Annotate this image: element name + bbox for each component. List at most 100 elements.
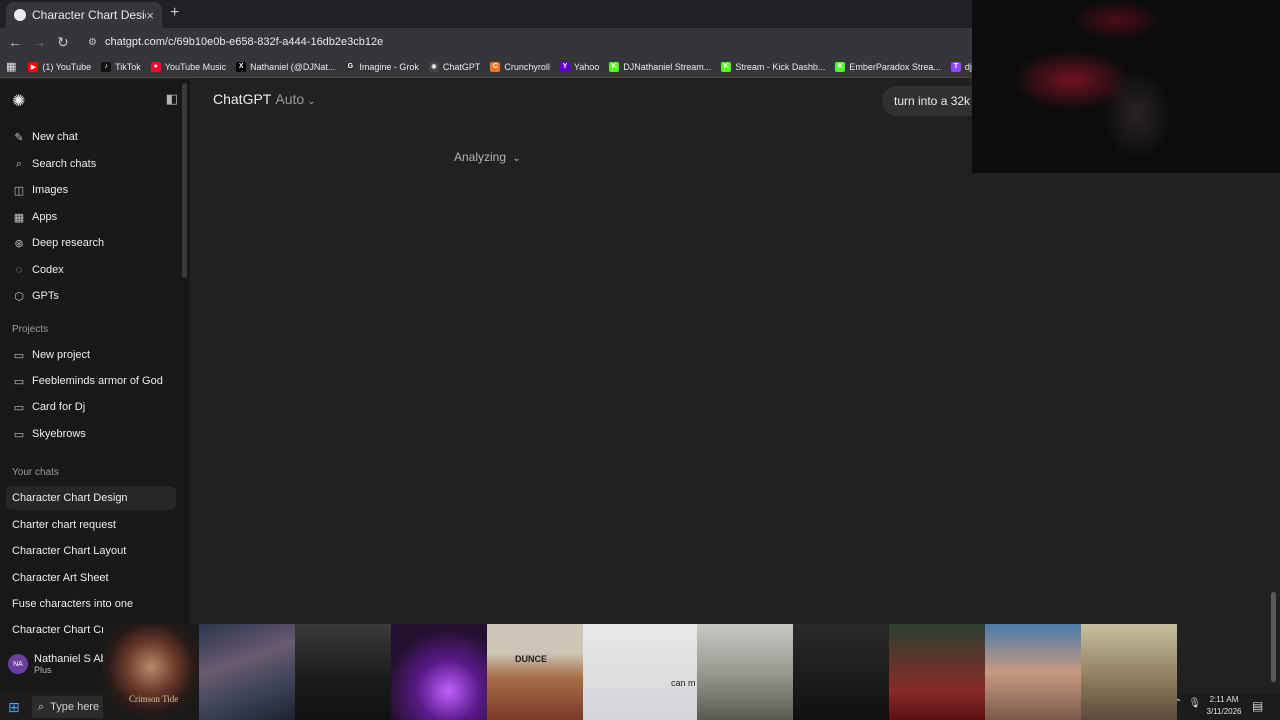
sidebar-nav-item[interactable]: ⬡ GPTs [6, 284, 176, 308]
model-selector[interactable]: ChatGPT Auto ⌄ [213, 91, 316, 107]
codex-icon: ◌ [15, 264, 23, 276]
tab-close-button[interactable]: × [146, 8, 154, 23]
sidebar-project-item[interactable]: ▭ Feebleminds armor of God [6, 369, 176, 393]
user-name: Nathaniel S Abe [34, 653, 113, 665]
tab-title: Character Chart Design [32, 8, 147, 22]
bookmark-favicon-icon: ● [150, 61, 161, 72]
bookmark-item[interactable]: ✺ ChatGPT [428, 61, 480, 72]
character-thumbnail [889, 624, 985, 720]
microphone-icon[interactable]: 🎙 [1188, 698, 1201, 709]
sidebar-header: ✺ ◧ [10, 91, 180, 111]
bookmark-item[interactable]: X Nathaniel (@DJNat... [236, 61, 336, 72]
sidebar-nav-item[interactable]: ⊛ Deep research [6, 231, 176, 255]
webcam-overlay [972, 0, 1280, 173]
sidebar-chat-item[interactable]: Character Chart Design [6, 486, 176, 510]
sidebar-item-label: Deep research [32, 237, 105, 249]
browser-tab[interactable]: Character Chart Design × [6, 2, 162, 28]
taskbar-search[interactable]: ⌕ Type here [32, 696, 104, 718]
taskbar-search-placeholder: Type here [50, 701, 100, 713]
bookmark-item[interactable]: Y Yahoo [559, 61, 600, 72]
apps-grid-icon[interactable]: ▦ [6, 60, 16, 73]
bookmark-item[interactable]: K DJNathaniel Stream... [609, 61, 711, 72]
system-tray[interactable]: ⌃ 🎙 [1174, 698, 1201, 709]
clock-time: 2:11 AM [1209, 695, 1239, 704]
sidebar-nav-item[interactable]: ◌ Codex [6, 258, 176, 282]
sidebar-project-item[interactable]: ▭ Card for Dj [6, 395, 176, 419]
bookmark-label: Nathaniel (@DJNat... [250, 61, 336, 72]
character-thumbnail [985, 624, 1081, 720]
crimson-tide-logo-text: Crimson Tide [129, 694, 179, 704]
bookmark-item[interactable]: C Crunchyroll [490, 61, 550, 72]
address-bar[interactable]: ⚙ chatgpt.com/c/69b10e0b-e658-832f-a444-… [80, 32, 980, 52]
sidebar-nav-item[interactable]: ◫ Images [6, 178, 176, 202]
sidebar-chat-item[interactable]: Charter chart request [6, 513, 176, 537]
sidebar-chat-item[interactable]: Character Art Sheet [6, 566, 176, 590]
bookmark-favicon-icon: C [490, 61, 501, 72]
screen: Character Chart Design × + ← → ↻ ⚙ chatg… [0, 0, 1280, 720]
sidebar-item-label: Skyebrows [32, 428, 86, 440]
bookmark-item[interactable]: G Imagine - Grok [345, 61, 419, 72]
forward-icon[interactable]: → [27, 34, 51, 50]
openai-logo-icon[interactable]: ✺ [12, 91, 25, 111]
dunce-hat-text: DUNCE [515, 654, 548, 664]
edit-icon: ✎ [14, 131, 24, 144]
sidebar-project-item[interactable]: ▭ Skyebrows [6, 422, 176, 446]
bookmark-label: Stream - Kick Dashb... [735, 61, 826, 72]
taskbar-clock[interactable]: 2:11 AM 3/11/2026 [1202, 694, 1246, 718]
sidebar-item-label: Codex [32, 264, 64, 276]
folder-icon: ▭ [13, 375, 25, 388]
sidebar-toggle-icon[interactable]: ◧ [166, 91, 178, 107]
bookmark-item[interactable]: ▶ (1) YouTube [28, 61, 91, 72]
sidebar-item-label: Charter chart request [12, 519, 116, 531]
analyzing-toggle[interactable]: Analyzing ⌄ [454, 150, 521, 164]
bookmark-label: Imagine - Grok [359, 61, 419, 72]
images-icon: ◫ [13, 184, 25, 197]
character-image-strip: Crimson Tide DUNCE can m [103, 624, 1177, 720]
sidebar-nav-item[interactable]: ✎ New chat [6, 125, 176, 149]
bookmark-item[interactable]: K EmberParadox Strea... [835, 61, 941, 72]
character-thumbnail [697, 624, 793, 720]
clock-date: 3/11/2026 [1206, 707, 1242, 716]
chevron-down-icon: ⌄ [512, 153, 521, 164]
bookmark-favicon-icon: K [609, 61, 620, 72]
sidebar-item-label: Fuse characters into one [12, 598, 134, 610]
sidebar-item-label: GPTs [32, 290, 59, 302]
windows-start-icon[interactable]: ⊞ [8, 699, 20, 716]
bookmark-item[interactable]: ♪ TikTok [101, 61, 141, 72]
sidebar-nav-item[interactable]: ⌕ Search chats [6, 152, 176, 176]
bookmark-favicon-icon: ✺ [428, 61, 439, 72]
bookmark-label: TikTok [115, 61, 141, 72]
notification-icon[interactable]: ▤ [1252, 699, 1263, 713]
projects-heading: Projects [12, 324, 49, 335]
bookmark-item[interactable]: ● YouTube Music [150, 61, 226, 72]
bookmark-item[interactable]: K Stream - Kick Dashb... [721, 61, 826, 72]
caption-text: can m [671, 678, 696, 688]
bookmark-favicon-icon: K [721, 61, 732, 72]
bookmark-label: Crunchyroll [504, 61, 550, 72]
sidebar-project-item[interactable]: ▭ New project [6, 343, 176, 367]
reload-icon[interactable]: ↻ [51, 34, 75, 51]
back-icon[interactable]: ← [3, 34, 27, 50]
character-thumbnail [793, 624, 889, 720]
new-tab-button[interactable]: + [170, 4, 179, 22]
sidebar-item-label: Apps [32, 211, 58, 223]
character-thumbnail [199, 624, 295, 720]
bookmark-label: EmberParadox Strea... [849, 61, 941, 72]
sidebar-item-label: Feebleminds armor of God [32, 375, 163, 387]
user-profile[interactable]: NA Nathaniel S Abe Plus [8, 653, 113, 675]
folder-icon: ▭ [13, 401, 25, 414]
sidebar-scrollbar[interactable] [182, 83, 187, 278]
bookmark-favicon-icon: T [950, 61, 961, 72]
character-thumbnail: Crimson Tide [103, 624, 199, 720]
sidebar-chat-item[interactable]: Character Chart Layout [6, 539, 176, 563]
character-thumbnail [391, 624, 487, 720]
model-mode: Auto [275, 91, 305, 107]
main-scrollbar[interactable] [1271, 592, 1276, 682]
character-thumbnail [1081, 624, 1177, 720]
site-info-icon[interactable]: ⚙ [88, 37, 97, 48]
sidebar-nav-item[interactable]: ▦ Apps [6, 205, 176, 229]
bookmark-label: Yahoo [573, 61, 600, 72]
sidebar-chat-item[interactable]: Fuse characters into one [6, 592, 176, 616]
bookmark-favicon-icon: X [236, 61, 247, 72]
analyzing-status: Analyzing [454, 150, 507, 164]
